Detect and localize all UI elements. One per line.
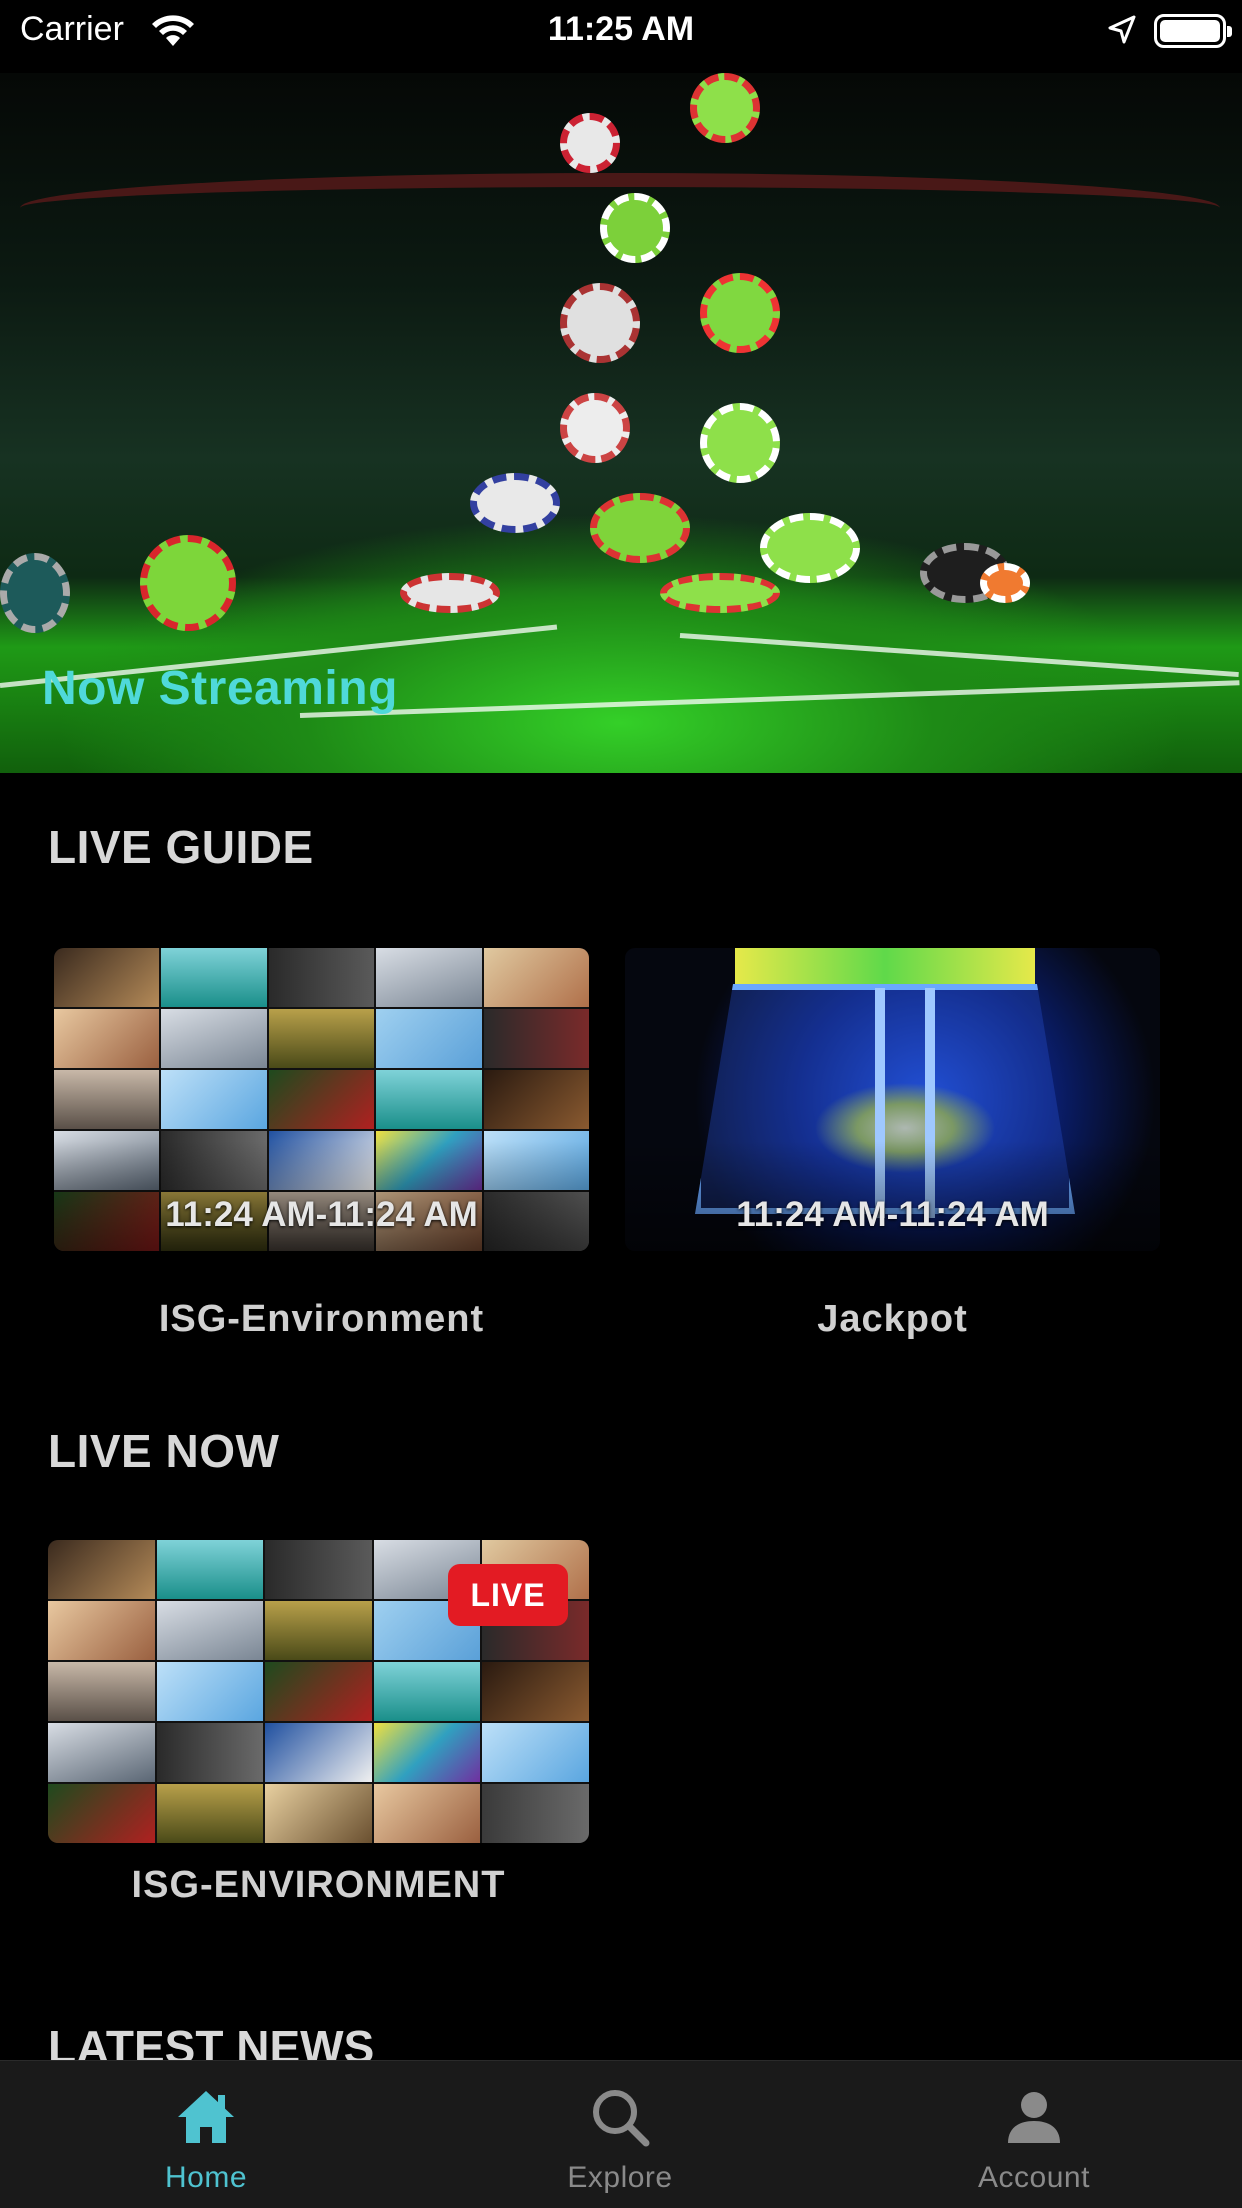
casino-chip <box>590 493 690 563</box>
casino-chip <box>560 283 640 363</box>
casino-chip <box>470 473 560 533</box>
live-guide-item-name[interactable]: ISG-Environment <box>54 1298 589 1341</box>
live-guide-card-isg-environment[interactable]: 11:24 AM-11:24 AM <box>54 948 589 1251</box>
tab-home-label: Home <box>164 2161 248 2194</box>
battery-full-icon <box>1154 14 1232 48</box>
casino-chip <box>140 535 236 631</box>
live-guide-card-jackpot[interactable]: 11:24 AM-11:24 AM <box>625 948 1160 1251</box>
schedule-time-range: 11:24 AM-11:24 AM <box>165 1195 478 1234</box>
casino-chip <box>700 403 780 483</box>
casino-chip <box>690 73 760 143</box>
bottom-tab-bar: Home Explore Account <box>0 2060 1242 2208</box>
schedule-time-range: 11:24 AM-11:24 AM <box>736 1195 1049 1234</box>
search-icon <box>593 2090 650 2147</box>
person-icon <box>1008 2092 1060 2143</box>
live-guide-title: LIVE GUIDE <box>48 821 314 873</box>
casino-chip <box>600 193 670 263</box>
tab-explore-label: Explore <box>567 2161 673 2194</box>
tab-explore[interactable]: Explore <box>470 2061 770 2208</box>
casino-chip <box>980 563 1030 603</box>
casino-chip <box>700 273 780 353</box>
live-now-title: LIVE NOW <box>48 1425 280 1477</box>
now-streaming-banner[interactable]: Now Streaming <box>0 73 1242 773</box>
location-arrow-icon <box>1108 15 1136 44</box>
casino-chip <box>760 513 860 583</box>
casino-chip <box>0 553 70 633</box>
table-line <box>299 680 1240 718</box>
live-now-card-isg-environment[interactable]: LIVE <box>48 1540 589 1843</box>
tab-account-label: Account <box>978 2161 1090 2194</box>
live-badge: LIVE <box>448 1564 568 1626</box>
live-guide-item-name[interactable]: Jackpot <box>625 1298 1160 1341</box>
live-now-item-name[interactable]: ISG-ENVIRONMENT <box>48 1864 589 1907</box>
tab-home[interactable]: Home <box>56 2061 356 2208</box>
table-line <box>679 633 1239 678</box>
casino-chip <box>560 113 620 173</box>
home-icon <box>178 2091 234 2143</box>
casino-chip <box>560 393 630 463</box>
clock: 11:25 AM <box>547 10 695 48</box>
casino-chip <box>400 573 500 613</box>
tab-account[interactable]: Account <box>884 2061 1184 2208</box>
casino-chip <box>660 573 780 613</box>
status-bar: Carrier 11:25 AM <box>0 0 1242 62</box>
now-streaming-title: Now Streaming <box>42 662 398 715</box>
